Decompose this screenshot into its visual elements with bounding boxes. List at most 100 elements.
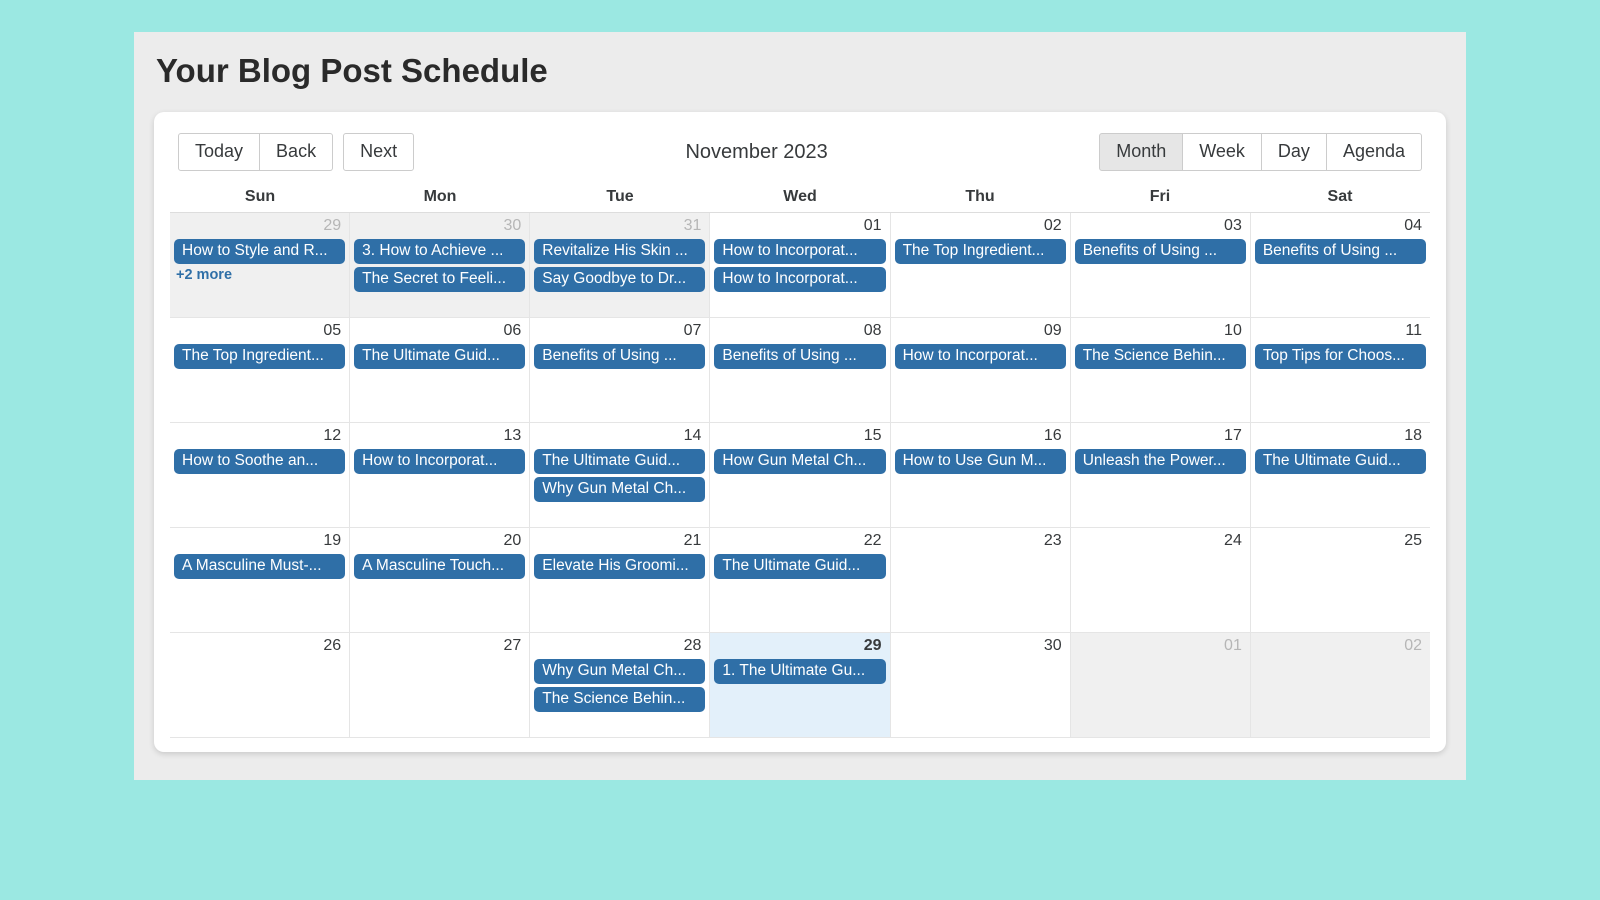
day-cell[interactable]: 17Unleash the Power... [1071,423,1251,527]
view-button-group: Month Week Day Agenda [1099,133,1422,171]
date-number: 24 [1073,530,1248,552]
day-cell[interactable]: 12How to Soothe an... [170,423,350,527]
day-header: Wed [710,184,890,213]
calendar-event[interactable]: Elevate His Groomi... [534,554,705,579]
date-number: 17 [1073,425,1248,447]
calendar-event[interactable]: Benefits of Using ... [1075,239,1246,264]
calendar-event[interactable]: Why Gun Metal Ch... [534,477,705,502]
calendar-event[interactable]: How to Soothe an... [174,449,345,474]
calendar-event[interactable]: Why Gun Metal Ch... [534,659,705,684]
calendar-event[interactable]: The Ultimate Guid... [534,449,705,474]
date-number: 18 [1253,425,1428,447]
calendar-event[interactable]: The Ultimate Guid... [354,344,525,369]
day-cell[interactable]: 30 [891,633,1071,737]
calendar-event[interactable]: 1. The Ultimate Gu... [714,659,885,684]
date-number: 29 [712,635,887,657]
day-cell[interactable]: 291. The Ultimate Gu... [710,633,890,737]
calendar-event[interactable]: Say Goodbye to Dr... [534,267,705,292]
day-cell[interactable]: 19A Masculine Must-... [170,528,350,632]
calendar-event[interactable]: How to Incorporat... [714,267,885,292]
day-cell[interactable]: 28Why Gun Metal Ch...The Science Behin..… [530,633,710,737]
day-cell[interactable]: 15How Gun Metal Ch... [710,423,890,527]
calendar-event[interactable]: How to Incorporat... [895,344,1066,369]
day-cell[interactable]: 18The Ultimate Guid... [1251,423,1430,527]
calendar-event[interactable]: A Masculine Touch... [354,554,525,579]
date-number: 08 [712,320,887,342]
calendar-event[interactable]: How to Use Gun M... [895,449,1066,474]
calendar-event[interactable]: How to Style and R... [174,239,345,264]
day-cell[interactable]: 07Benefits of Using ... [530,318,710,422]
day-cell[interactable]: 02 [1251,633,1430,737]
week-row: 12How to Soothe an...13How to Incorporat… [170,423,1430,528]
date-number: 30 [893,635,1068,657]
day-cell[interactable]: 04Benefits of Using ... [1251,213,1430,317]
day-cell[interactable]: 05The Top Ingredient... [170,318,350,422]
calendar-event[interactable]: A Masculine Must-... [174,554,345,579]
today-button[interactable]: Today [178,133,260,171]
day-cell[interactable]: 08Benefits of Using ... [710,318,890,422]
view-month-button[interactable]: Month [1099,133,1183,171]
date-number: 27 [352,635,527,657]
page-title: Your Blog Post Schedule [156,52,1444,90]
day-cell[interactable]: 27 [350,633,530,737]
day-cell[interactable]: 21Elevate His Groomi... [530,528,710,632]
calendar-event[interactable]: Benefits of Using ... [534,344,705,369]
calendar-event[interactable]: How to Incorporat... [714,239,885,264]
date-number: 23 [893,530,1068,552]
date-number: 01 [712,215,887,237]
month-grid: 29How to Style and R...+2 more303. How t… [168,213,1432,738]
day-cell[interactable]: 03Benefits of Using ... [1071,213,1251,317]
date-number: 19 [172,530,347,552]
back-button[interactable]: Back [260,133,333,171]
day-cell[interactable]: 01How to Incorporat...How to Incorporat.… [710,213,890,317]
view-agenda-button[interactable]: Agenda [1327,133,1422,171]
calendar-event[interactable]: The Science Behin... [534,687,705,712]
day-header: Fri [1070,184,1250,213]
view-day-button[interactable]: Day [1262,133,1327,171]
date-number: 03 [1073,215,1248,237]
calendar-event[interactable]: The Ultimate Guid... [714,554,885,579]
day-cell[interactable]: 16How to Use Gun M... [891,423,1071,527]
calendar-event[interactable]: The Ultimate Guid... [1255,449,1426,474]
calendar-event[interactable]: How Gun Metal Ch... [714,449,885,474]
calendar-event[interactable]: The Top Ingredient... [174,344,345,369]
day-cell[interactable]: 303. How to Achieve ...The Secret to Fee… [350,213,530,317]
nav-next-group: Next [343,133,414,171]
day-cell[interactable]: 09How to Incorporat... [891,318,1071,422]
day-cell[interactable]: 11Top Tips for Choos... [1251,318,1430,422]
day-cell[interactable]: 06The Ultimate Guid... [350,318,530,422]
day-cell[interactable]: 01 [1071,633,1251,737]
day-cell[interactable]: 14The Ultimate Guid...Why Gun Metal Ch..… [530,423,710,527]
date-number: 02 [893,215,1068,237]
calendar-event[interactable]: The Secret to Feeli... [354,267,525,292]
calendar-event[interactable]: Revitalize His Skin ... [534,239,705,264]
calendar-event[interactable]: How to Incorporat... [354,449,525,474]
day-cell[interactable]: 10The Science Behin... [1071,318,1251,422]
day-cell[interactable]: 31Revitalize His Skin ...Say Goodbye to … [530,213,710,317]
calendar-event[interactable]: Benefits of Using ... [1255,239,1426,264]
day-header: Thu [890,184,1070,213]
date-number: 12 [172,425,347,447]
calendar-event[interactable]: The Science Behin... [1075,344,1246,369]
date-number: 13 [352,425,527,447]
day-cell[interactable]: 13How to Incorporat... [350,423,530,527]
view-week-button[interactable]: Week [1183,133,1262,171]
calendar-event[interactable]: Top Tips for Choos... [1255,344,1426,369]
day-cell[interactable]: 29How to Style and R...+2 more [170,213,350,317]
day-header: Tue [530,184,710,213]
calendar-event[interactable]: Benefits of Using ... [714,344,885,369]
day-cell[interactable]: 02The Top Ingredient... [891,213,1071,317]
show-more-link[interactable]: +2 more [172,267,347,283]
day-cell[interactable]: 20A Masculine Touch... [350,528,530,632]
calendar-card: Today Back Next November 2023 Month Week… [154,112,1446,752]
calendar-event[interactable]: 3. How to Achieve ... [354,239,525,264]
day-cell[interactable]: 26 [170,633,350,737]
calendar-event[interactable]: The Top Ingredient... [895,239,1066,264]
day-cell[interactable]: 25 [1251,528,1430,632]
day-cell[interactable]: 22The Ultimate Guid... [710,528,890,632]
day-cell[interactable]: 24 [1071,528,1251,632]
day-cell[interactable]: 23 [891,528,1071,632]
calendar-event[interactable]: Unleash the Power... [1075,449,1246,474]
date-number: 21 [532,530,707,552]
next-button[interactable]: Next [343,133,414,171]
